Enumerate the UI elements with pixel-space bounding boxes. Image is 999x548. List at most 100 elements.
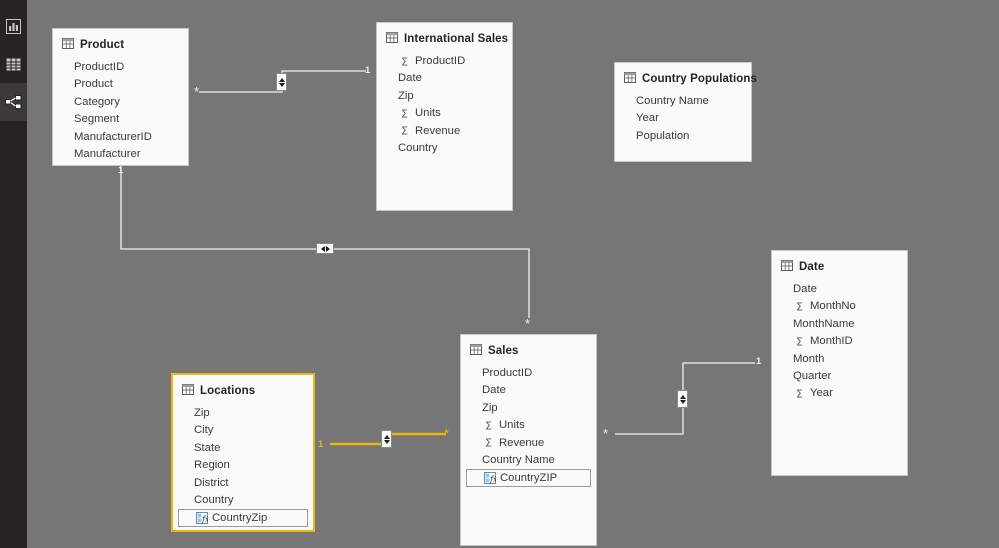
cross-filter-marker-product-sales[interactable] bbox=[316, 243, 334, 254]
table-icon bbox=[62, 36, 74, 54]
table-card-international-sales[interactable]: International Sales Σ ProductID Date Zip… bbox=[376, 22, 513, 211]
table-card-locations[interactable]: Locations Zip City State Region District… bbox=[171, 373, 315, 532]
field-row[interactable]: Zip bbox=[377, 88, 512, 105]
field-list-international-sales: Σ ProductID Date Zip Σ Units Σ Revenue C… bbox=[377, 52, 512, 157]
table-card-header-locations[interactable]: Locations bbox=[173, 375, 313, 404]
field-list-sales: ProductID Date Zip Σ Units Σ Revenue Cou… bbox=[461, 364, 596, 488]
cross-filter-marker-product-intlsales[interactable] bbox=[276, 73, 287, 91]
table-card-header-product[interactable]: Product bbox=[53, 29, 188, 58]
table-card-sales[interactable]: Sales ProductID Date Zip Σ Units Σ Reven… bbox=[460, 334, 597, 546]
field-label: Manufacturer bbox=[74, 148, 141, 160]
field-row[interactable]: District bbox=[173, 475, 313, 492]
field-row[interactable]: Date bbox=[377, 70, 512, 87]
field-label: Revenue bbox=[499, 436, 545, 449]
table-icon bbox=[624, 70, 636, 88]
arrow-down-icon bbox=[679, 399, 686, 404]
field-label: MonthID bbox=[810, 335, 853, 348]
field-row[interactable]: ProductID bbox=[53, 59, 188, 76]
field-label: Date bbox=[398, 72, 422, 85]
cross-filter-marker-sales-date[interactable] bbox=[677, 390, 688, 408]
field-row[interactable]: Σ Revenue bbox=[461, 435, 596, 452]
field-row[interactable]: Σ MonthID bbox=[772, 333, 907, 350]
arrow-up-icon bbox=[278, 77, 285, 82]
cardinality-many-sales-locations: * bbox=[444, 426, 450, 441]
field-row[interactable]: Country Name bbox=[615, 93, 751, 110]
field-row[interactable]: Σ MonthNo bbox=[772, 298, 907, 315]
field-row[interactable]: Country Name bbox=[461, 452, 596, 469]
field-row[interactable]: MonthName bbox=[772, 316, 907, 333]
field-row[interactable]: Date bbox=[461, 382, 596, 399]
sigma-icon: Σ bbox=[485, 419, 492, 433]
field-label: Zip bbox=[482, 401, 498, 414]
field-list-product: ProductID Product Category Segment Manuf… bbox=[53, 58, 188, 163]
rail-item-data-view[interactable] bbox=[0, 45, 27, 83]
field-label: Units bbox=[415, 107, 441, 120]
field-row-calculated-column[interactable]: fx CountryZip bbox=[178, 509, 308, 528]
field-label: Revenue bbox=[415, 124, 461, 137]
field-label: Region bbox=[194, 459, 230, 472]
field-row[interactable]: ProductID bbox=[461, 365, 596, 382]
field-row[interactable]: ManufacturerID bbox=[53, 129, 188, 146]
table-name-product: Product bbox=[80, 39, 125, 51]
table-card-date[interactable]: Date Date Σ MonthNo MonthName Σ MonthID … bbox=[771, 250, 908, 476]
table-name-country-populations: Country Populations bbox=[642, 73, 757, 85]
left-nav-rail bbox=[0, 0, 27, 548]
field-label: Year bbox=[810, 387, 833, 400]
field-row[interactable]: Country bbox=[173, 492, 313, 509]
field-label: Category bbox=[74, 95, 120, 108]
table-card-product[interactable]: Product ProductID Product Category Segme… bbox=[52, 28, 189, 166]
field-label: Country Name bbox=[482, 454, 555, 466]
field-row[interactable]: Σ Year bbox=[772, 385, 907, 402]
field-label: Month bbox=[793, 352, 825, 365]
table-card-header-country-populations[interactable]: Country Populations bbox=[615, 63, 757, 92]
field-row[interactable]: Population bbox=[615, 128, 751, 145]
sigma-icon: Σ bbox=[485, 436, 492, 450]
table-card-country-populations[interactable]: Country Populations Country Name Year Po… bbox=[614, 62, 757, 162]
svg-text:fx: fx bbox=[201, 515, 208, 524]
field-row[interactable]: Region bbox=[173, 457, 313, 474]
calculated-column-fx-icon: fx bbox=[484, 472, 496, 485]
field-row[interactable]: Manufacturer bbox=[53, 146, 188, 163]
field-row[interactable]: Product bbox=[53, 76, 188, 93]
field-row[interactable]: Σ Units bbox=[377, 105, 512, 122]
field-row[interactable]: Σ Revenue bbox=[377, 123, 512, 140]
field-row[interactable]: Segment bbox=[53, 111, 188, 128]
table-card-header-sales[interactable]: Sales bbox=[461, 335, 596, 364]
table-card-header-international-sales[interactable]: International Sales bbox=[377, 23, 512, 52]
arrow-right-icon bbox=[325, 245, 330, 252]
cardinality-many-sales-date: * bbox=[603, 426, 609, 441]
field-row[interactable]: City bbox=[173, 422, 313, 439]
field-row[interactable]: Σ ProductID bbox=[377, 53, 512, 70]
cross-filter-marker-locations-sales[interactable] bbox=[381, 430, 392, 448]
table-name-international-sales: International Sales bbox=[404, 33, 509, 45]
field-row[interactable]: Date bbox=[772, 281, 907, 298]
field-row[interactable]: Year bbox=[615, 110, 751, 127]
arrow-up-icon bbox=[679, 394, 686, 399]
field-row[interactable]: Quarter bbox=[772, 368, 907, 385]
field-label: MonthNo bbox=[810, 300, 856, 313]
model-canvas[interactable]: * 1 1 * 1 * * 1 Product ProductID Produc… bbox=[27, 0, 999, 548]
field-row[interactable]: Zip bbox=[461, 400, 596, 417]
cardinality-one-product: 1 bbox=[118, 165, 124, 176]
sigma-icon: Σ bbox=[401, 55, 408, 69]
field-label: ManufacturerID bbox=[74, 130, 152, 143]
sigma-icon: Σ bbox=[796, 300, 803, 314]
field-row[interactable]: Zip bbox=[173, 405, 313, 422]
field-row[interactable]: State bbox=[173, 440, 313, 457]
table-icon bbox=[6, 57, 21, 72]
model-icon bbox=[5, 94, 22, 110]
field-row[interactable]: Category bbox=[53, 94, 188, 111]
field-label: CountryZIP bbox=[500, 471, 558, 484]
sigma-icon: Σ bbox=[401, 124, 408, 138]
rail-item-report-view[interactable] bbox=[0, 7, 27, 45]
field-row[interactable]: Month bbox=[772, 351, 907, 368]
table-card-header-date[interactable]: Date bbox=[772, 251, 907, 280]
field-label: Population bbox=[636, 129, 690, 142]
field-list-date: Date Σ MonthNo MonthName Σ MonthID Month… bbox=[772, 280, 907, 403]
field-row-calculated-column[interactable]: fx CountryZIP bbox=[466, 469, 591, 488]
field-row[interactable]: Σ Units bbox=[461, 417, 596, 434]
field-row[interactable]: Country bbox=[377, 140, 512, 157]
table-name-sales: Sales bbox=[488, 345, 519, 357]
calculated-column-fx-icon: fx bbox=[196, 512, 208, 525]
rail-item-model-view[interactable] bbox=[0, 83, 27, 121]
